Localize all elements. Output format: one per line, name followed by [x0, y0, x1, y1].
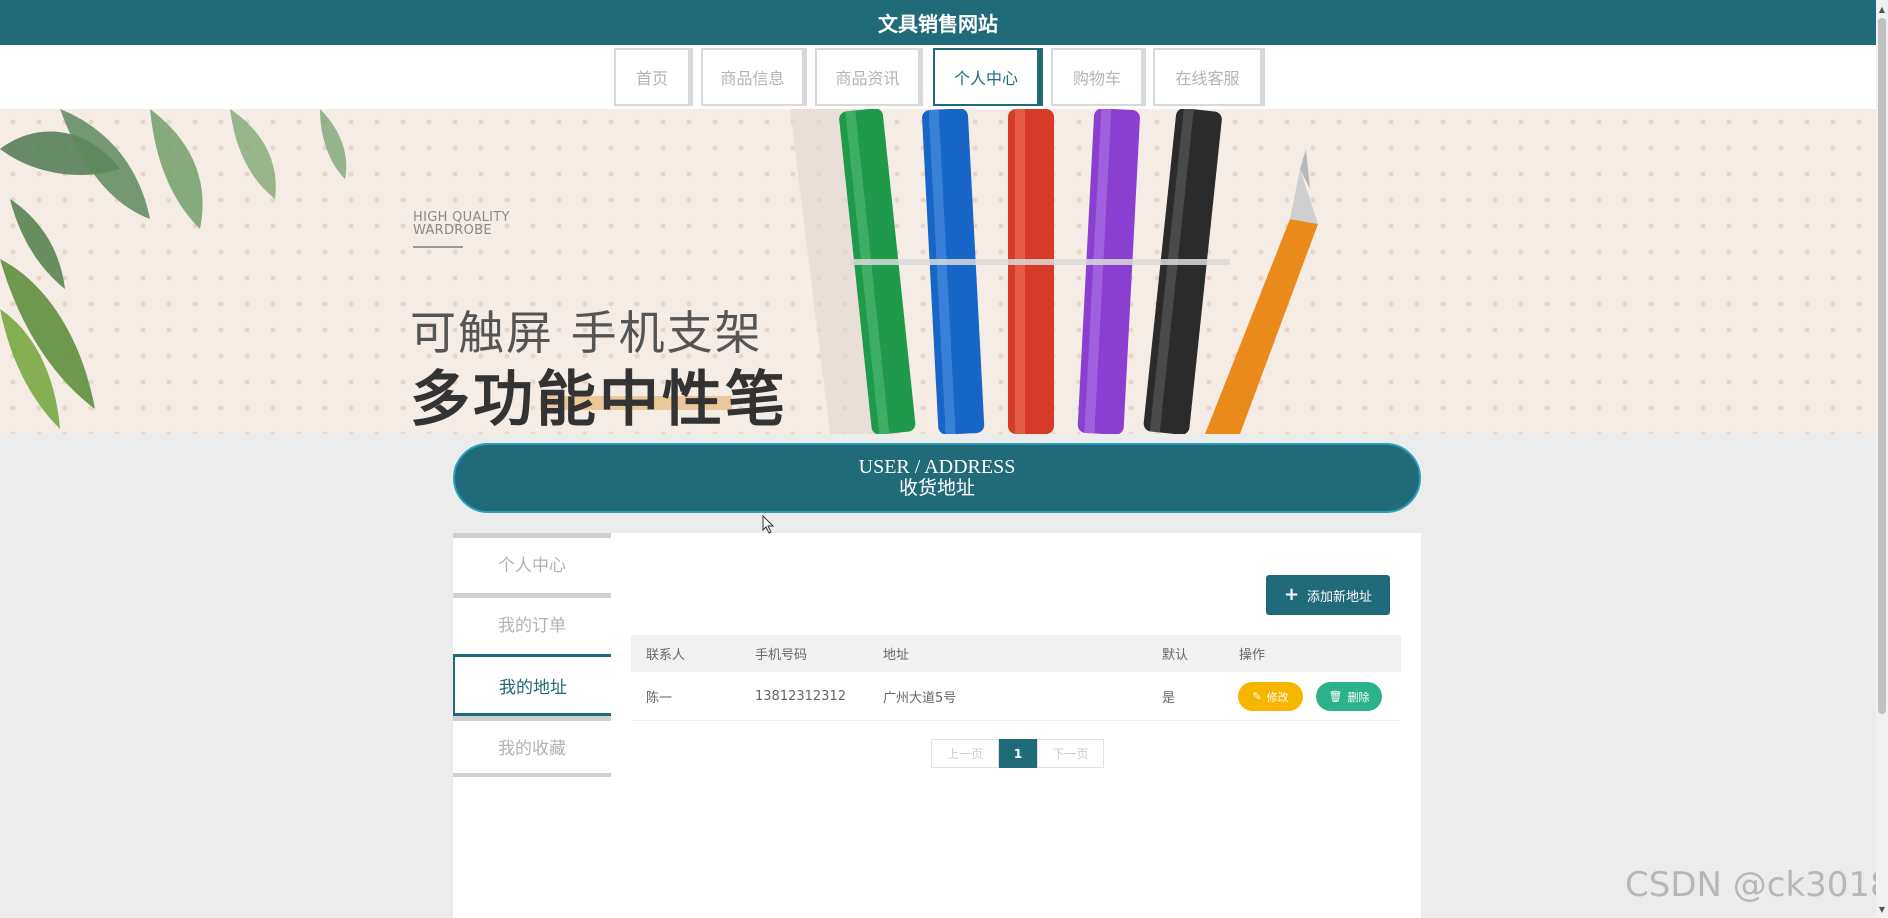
scroll-up-icon[interactable]: ▲	[1876, 2, 1888, 16]
header-address: 地址	[883, 648, 910, 663]
nav-home[interactable]: 首页	[614, 48, 693, 106]
table-header: 联系人 手机号码 地址 默认 操作	[631, 635, 1401, 672]
nav-news[interactable]: 商品资讯	[815, 48, 923, 106]
nav-products[interactable]: 商品信息	[701, 48, 807, 106]
address-table: 联系人 手机号码 地址 默认 操作 陈一 13812312312 广州大道5号 …	[631, 635, 1401, 721]
page-scrollbar[interactable]: ▲ ▼	[1876, 0, 1888, 918]
add-address-button[interactable]: + 添加新地址	[1266, 575, 1390, 615]
prev-page-button[interactable]: 上一页	[931, 739, 999, 768]
cell-default: 是	[1162, 690, 1176, 706]
section-header: USER / ADDRESS 收货地址	[453, 443, 1421, 513]
cell-address: 广州大道5号	[883, 690, 957, 706]
table-row: 陈一 13812312312 广州大道5号 是 ✎ 修改 🗑 删除	[631, 672, 1401, 721]
scroll-down-icon[interactable]: ▼	[1876, 902, 1888, 916]
trash-icon: 🗑	[1328, 690, 1343, 703]
nav-customer-service[interactable]: 在线客服	[1153, 48, 1265, 106]
watermark: CSDN @ck3018	[1625, 865, 1888, 905]
pagination: 上一页 1 下一页	[931, 739, 1104, 768]
promo-banner: HIGH QUALITY WARDROBE 可触屏 手机支架 多功能中性笔	[0, 109, 1876, 434]
next-page-button[interactable]: 下一页	[1037, 739, 1104, 768]
header-actions: 操作	[1239, 648, 1266, 663]
sidebar-divider	[453, 773, 611, 777]
section-title-en: USER / ADDRESS	[858, 456, 1016, 478]
banner-illustration	[0, 109, 1318, 434]
mouse-cursor-icon	[762, 515, 775, 534]
delete-button[interactable]: 🗑 删除	[1316, 682, 1382, 711]
site-title-bar: 文具销售网站	[0, 0, 1876, 45]
pencil-icon: ✎	[1252, 690, 1262, 703]
edit-button[interactable]: ✎ 修改	[1238, 682, 1303, 711]
banner-tag-underline	[413, 246, 463, 248]
leaves-decoration	[0, 109, 347, 429]
add-address-label: 添加新地址	[1307, 589, 1373, 605]
sidebar-item-my-favorites[interactable]: 我的收藏	[453, 716, 611, 771]
pens-illustration	[790, 109, 1318, 434]
sidebar-item-personal-center[interactable]: 个人中心	[453, 533, 611, 588]
header-default: 默认	[1162, 648, 1189, 663]
content-panel: 个人中心 我的订单 我的地址 我的收藏 + 添加新地址 联系人 手机号码 地址 …	[453, 533, 1421, 918]
main-nav: 首页 商品信息 商品资讯 个人中心 购物车 在线客服	[0, 45, 1876, 109]
banner-tag: HIGH QUALITY WARDROBE	[413, 210, 510, 238]
sidebar-item-my-orders[interactable]: 我的订单	[453, 593, 611, 648]
page-1-button[interactable]: 1	[999, 739, 1037, 768]
section-title-cn: 收货地址	[898, 478, 975, 499]
edit-label: 修改	[1266, 690, 1289, 704]
header-contact: 联系人	[646, 648, 686, 663]
sidebar-item-my-address[interactable]: 我的地址	[453, 654, 611, 716]
site-title: 文具销售网站	[878, 12, 998, 36]
nav-personal-center[interactable]: 个人中心	[933, 48, 1043, 106]
scrollbar-thumb[interactable]	[1878, 18, 1886, 714]
delete-label: 删除	[1347, 690, 1370, 704]
banner-headline: 多功能中性笔	[410, 365, 788, 434]
cell-phone: 13812312312	[755, 688, 846, 704]
cell-contact: 陈一	[646, 690, 673, 706]
plus-icon: +	[1283, 584, 1300, 605]
header-phone: 手机号码	[755, 648, 808, 663]
nav-cart[interactable]: 购物车	[1051, 48, 1146, 106]
